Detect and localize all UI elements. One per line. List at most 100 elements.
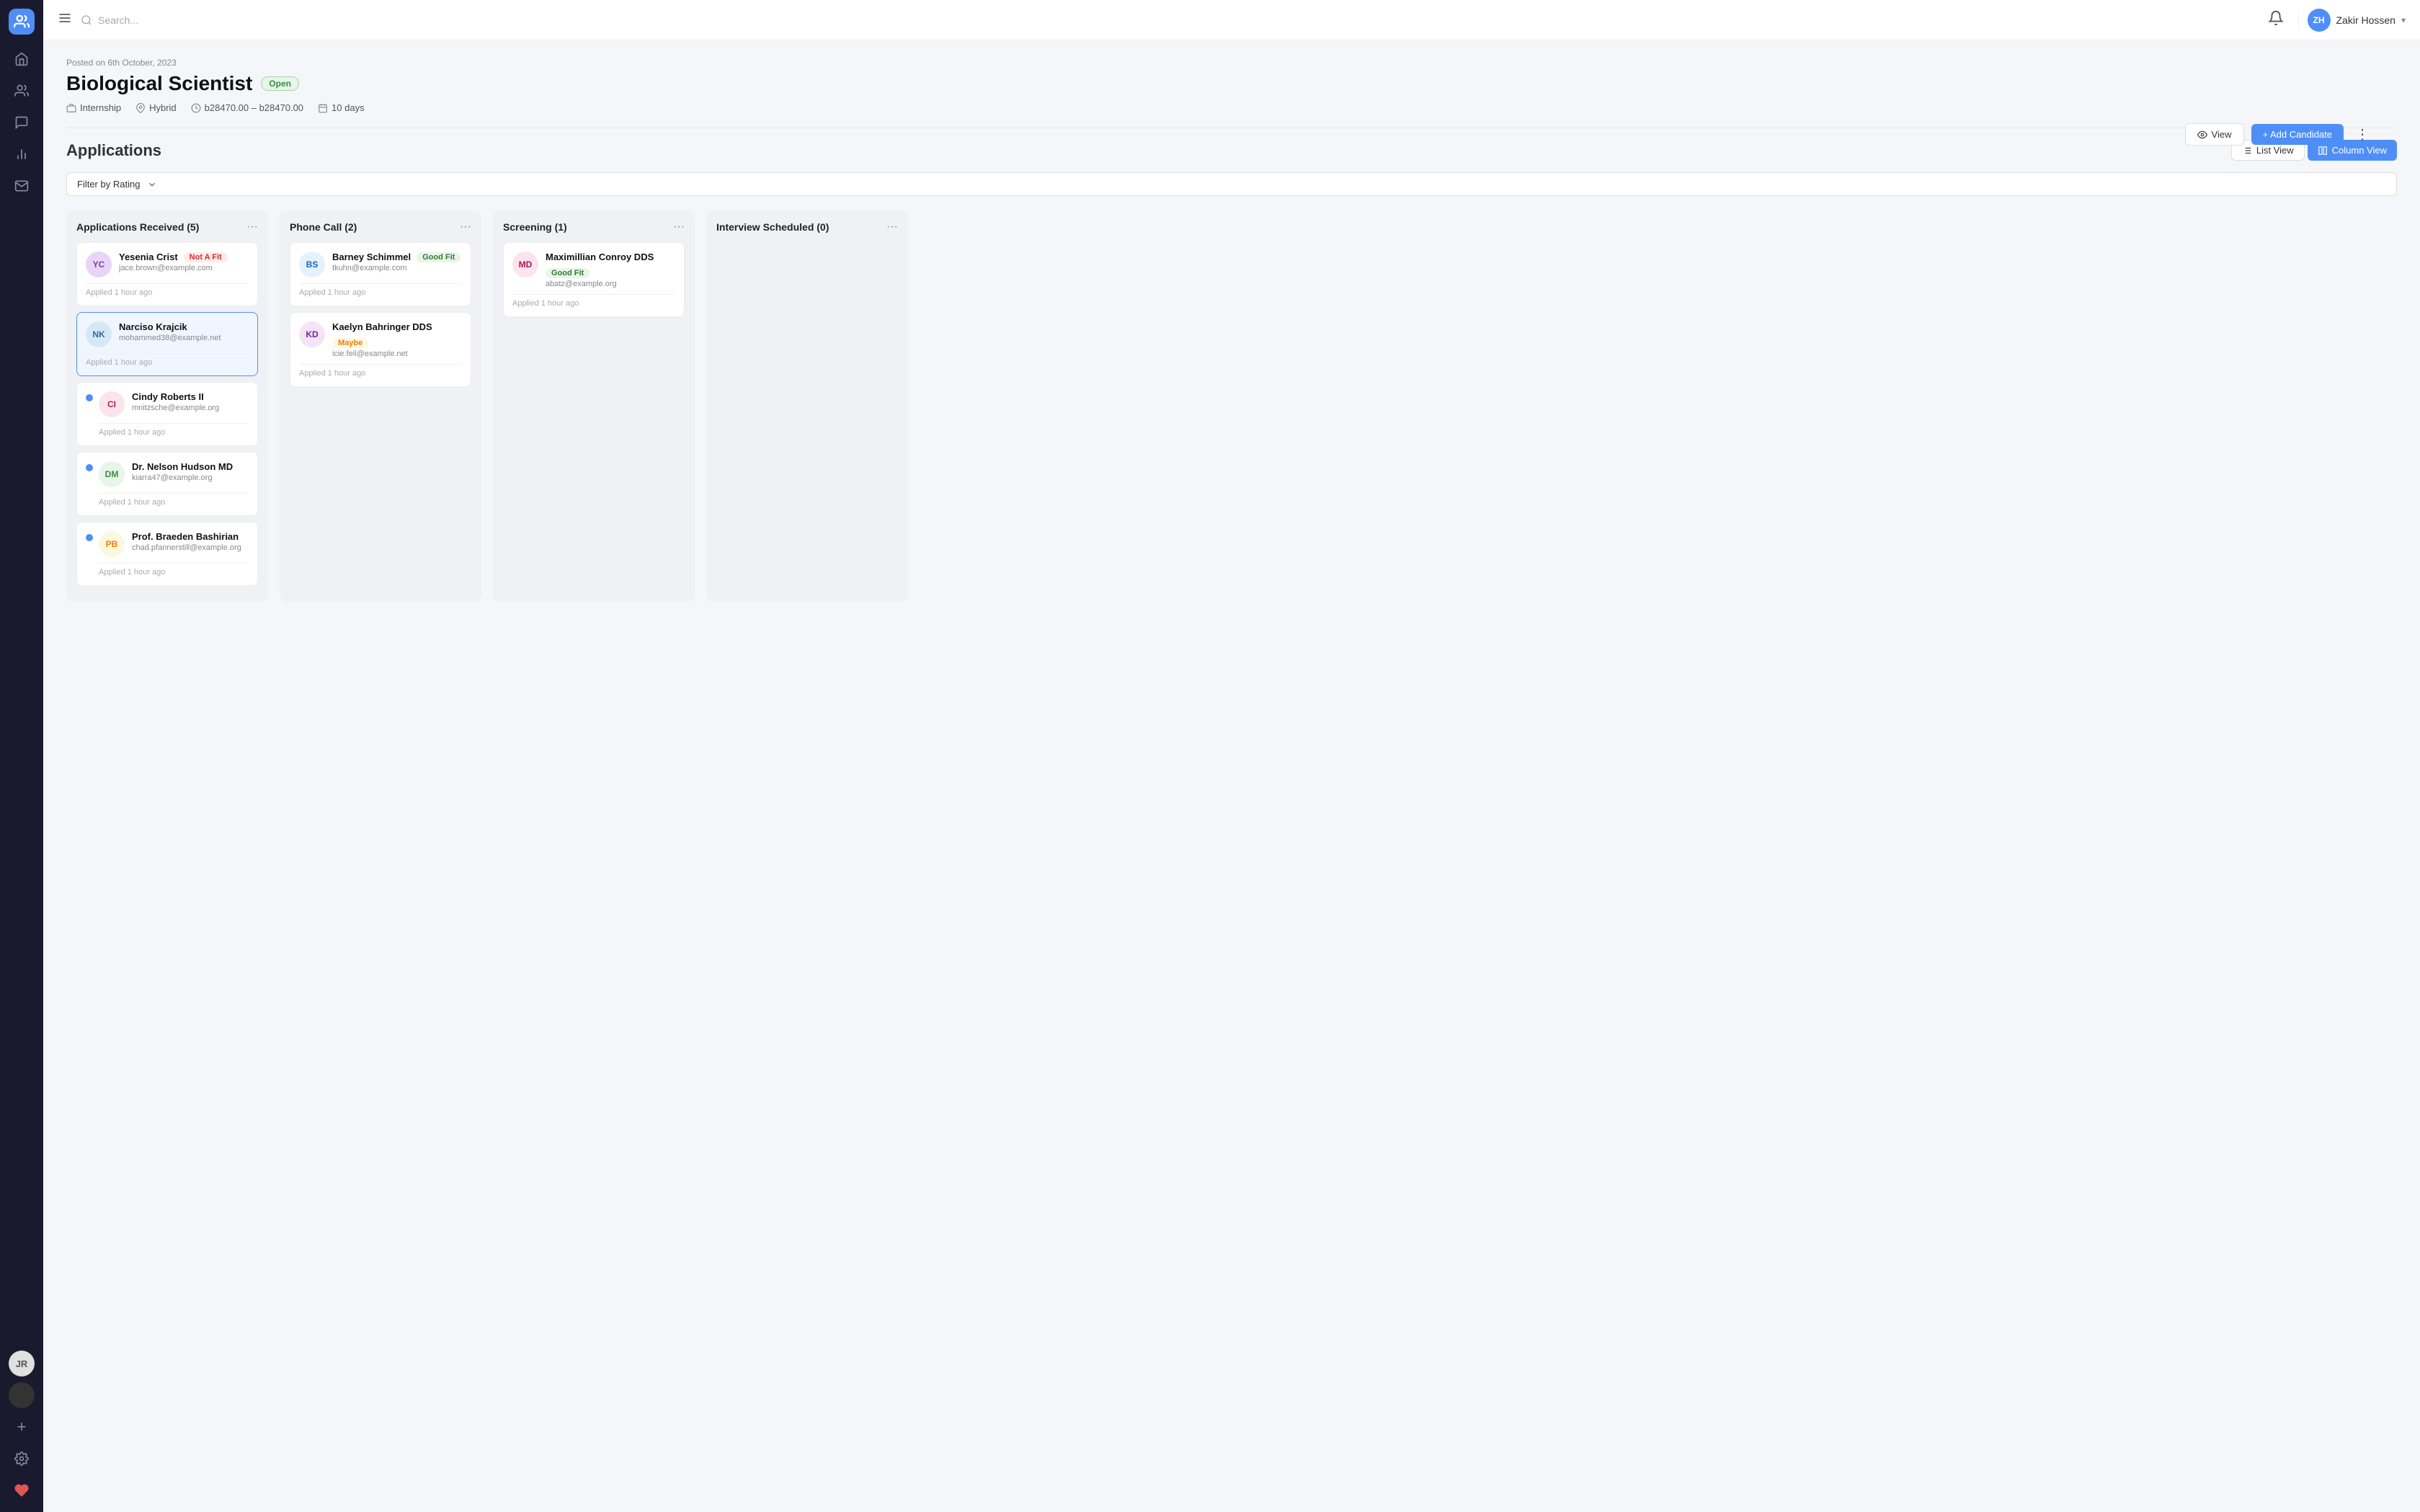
main-content: Search... ZH Zakir Hossen ▾ Posted on 6t… — [43, 0, 2420, 1512]
sidebar-item-mail[interactable] — [9, 173, 35, 199]
sidebar-item-messages[interactable] — [9, 110, 35, 135]
candidate-applied-time: Applied 1 hour ago — [299, 283, 462, 297]
candidate-row: PB Prof. Braeden Bashirian chad.pfanners… — [86, 531, 249, 577]
candidate-card[interactable]: YC Yesenia Crist Not A Fit jace.brown@ex… — [76, 242, 258, 306]
candidate-applied-time: Applied 1 hour ago — [86, 353, 249, 367]
kanban-col-title: Screening (1) — [503, 221, 567, 233]
salary-range: b28470.00 – b28470.00 — [191, 102, 303, 113]
kanban-col-more-button[interactable]: ··· — [886, 221, 898, 234]
candidate-card-top: CI Cindy Roberts II mnitzsche@example.or… — [99, 391, 249, 417]
candidate-applied-time: Applied 1 hour ago — [99, 563, 249, 577]
kanban-col-more-button[interactable]: ··· — [673, 221, 685, 234]
kanban-col-more-button[interactable]: ··· — [460, 221, 471, 234]
sidebar-add-button[interactable]: + — [9, 1414, 35, 1440]
view-button[interactable]: View — [2185, 123, 2244, 146]
menu-icon[interactable] — [58, 11, 72, 29]
candidate-card[interactable]: PB Prof. Braeden Bashirian chad.pfanners… — [76, 522, 258, 586]
kanban-column-phone_call: Phone Call (2) ··· BS Barney Schimmel Go… — [280, 210, 481, 602]
work-mode: Hybrid — [135, 102, 177, 113]
candidate-card[interactable]: MD Maximillian Conroy DDS Good Fit abatz… — [503, 242, 685, 317]
candidate-email: mnitzsche@example.org — [132, 404, 249, 412]
candidate-name: Yesenia Crist — [119, 252, 178, 262]
duration: 10 days — [318, 102, 365, 113]
kanban-col-more-button[interactable]: ··· — [246, 221, 258, 234]
app-logo[interactable] — [9, 9, 35, 35]
sidebar-item-analytics[interactable] — [9, 141, 35, 167]
candidate-card[interactable]: DM Dr. Nelson Hudson MD kiarra47@example… — [76, 452, 258, 516]
user-menu[interactable]: ZH Zakir Hossen ▾ — [2308, 9, 2406, 32]
candidate-name: Barney Schimmel — [332, 252, 411, 262]
sidebar-item-home[interactable] — [9, 46, 35, 72]
candidate-name-row: Cindy Roberts II — [132, 391, 249, 402]
candidate-email: chad.pfannerstill@example.org — [132, 543, 249, 552]
filter-bar: Filter by Rating — [66, 172, 2397, 196]
candidate-name-row: Maximillian Conroy DDS Good Fit — [546, 252, 675, 278]
filter-by-rating-dropdown[interactable]: Filter by Rating — [66, 172, 2397, 196]
candidate-avatar: KD — [299, 321, 325, 347]
kanban-board: Applications Received (5) ··· YC Yesenia… — [66, 210, 2397, 616]
candidate-name: Kaelyn Bahringer DDS — [332, 321, 432, 332]
candidate-row: DM Dr. Nelson Hudson MD kiarra47@example… — [86, 461, 249, 507]
employment-type: Internship — [66, 102, 121, 113]
candidate-name-row: Prof. Braeden Bashirian — [132, 531, 249, 542]
candidate-info: Prof. Braeden Bashirian chad.pfannerstil… — [132, 531, 249, 552]
add-candidate-button[interactable]: + Add Candidate — [2251, 124, 2344, 145]
candidate-email: mohammed38@example.net — [119, 334, 249, 342]
candidate-card[interactable]: CI Cindy Roberts II mnitzsche@example.or… — [76, 382, 258, 446]
candidate-avatar: PB — [99, 531, 125, 557]
candidate-email: kiarra47@example.org — [132, 473, 249, 482]
kanban-col-header: Screening (1) ··· — [503, 221, 685, 234]
candidate-applied-time: Applied 1 hour ago — [99, 493, 249, 507]
search-placeholder: Search... — [98, 14, 138, 26]
candidate-applied-time: Applied 1 hour ago — [99, 423, 249, 437]
badge-maybe: Maybe — [332, 338, 368, 348]
candidate-email: tkuhn@example.com — [332, 264, 462, 272]
kanban-column-applications_received: Applications Received (5) ··· YC Yesenia… — [66, 210, 268, 602]
badge-not-a-fit: Not A Fit — [184, 252, 228, 262]
sidebar-item-people[interactable] — [9, 78, 35, 104]
new-indicator-dot — [86, 534, 93, 541]
candidate-card-top: NK Narciso Krajcik mohammed38@example.ne… — [86, 321, 249, 347]
candidate-card[interactable]: KD Kaelyn Bahringer DDS Maybe icie.feil@… — [290, 312, 471, 387]
sidebar-avatar-active[interactable] — [9, 1382, 35, 1408]
candidate-name: Prof. Braeden Bashirian — [132, 531, 239, 542]
candidate-name: Maximillian Conroy DDS — [546, 252, 654, 262]
candidate-info: Narciso Krajcik mohammed38@example.net — [119, 321, 249, 342]
candidate-email: icie.feil@example.net — [332, 350, 462, 358]
sidebar-settings-icon[interactable] — [9, 1446, 35, 1472]
search-bar[interactable]: Search... — [81, 14, 1162, 26]
topbar: Search... ZH Zakir Hossen ▾ — [43, 0, 2420, 40]
chevron-down-icon: ▾ — [2401, 15, 2406, 25]
kanban-column-screening: Screening (1) ··· MD Maximillian Conroy … — [493, 210, 695, 602]
notification-bell[interactable] — [2262, 10, 2290, 30]
candidate-card-top: KD Kaelyn Bahringer DDS Maybe icie.feil@… — [299, 321, 462, 358]
candidate-email: abatz@example.org — [546, 280, 675, 288]
candidate-info: Barney Schimmel Good Fit tkuhn@example.c… — [332, 252, 462, 272]
kanban-col-title: Interview Scheduled (0) — [716, 221, 829, 233]
job-title: Biological Scientist — [66, 72, 252, 95]
candidate-card[interactable]: NK Narciso Krajcik mohammed38@example.ne… — [76, 312, 258, 376]
candidate-card[interactable]: BS Barney Schimmel Good Fit tkuhn@exampl… — [290, 242, 471, 306]
candidate-avatar: MD — [512, 252, 538, 277]
job-title-row: Biological Scientist Open — [66, 72, 2397, 95]
kanban-col-header: Interview Scheduled (0) ··· — [716, 221, 898, 234]
candidate-info: Cindy Roberts II mnitzsche@example.org — [132, 391, 249, 412]
page-content: Posted on 6th October, 2023 Biological S… — [43, 40, 2420, 1512]
candidate-card-top: BS Barney Schimmel Good Fit tkuhn@exampl… — [299, 252, 462, 277]
more-options-button[interactable]: ⋮ — [2351, 123, 2374, 146]
candidate-info: Dr. Nelson Hudson MD kiarra47@example.or… — [132, 461, 249, 482]
candidate-avatar: CI — [99, 391, 125, 417]
candidate-name-row: Barney Schimmel Good Fit — [332, 252, 462, 262]
candidate-info: Yesenia Crist Not A Fit jace.brown@examp… — [119, 252, 249, 272]
sidebar-avatar-jr[interactable]: JR — [9, 1351, 35, 1377]
user-avatar: ZH — [2308, 9, 2331, 32]
sidebar: JR + — [0, 0, 43, 1512]
candidate-row: CI Cindy Roberts II mnitzsche@example.or… — [86, 391, 249, 437]
candidate-name: Narciso Krajcik — [119, 321, 187, 332]
candidate-name-row: Dr. Nelson Hudson MD — [132, 461, 249, 472]
new-indicator-dot — [86, 394, 93, 401]
candidate-card-top: PB Prof. Braeden Bashirian chad.pfanners… — [99, 531, 249, 557]
badge-good-fit: Good Fit — [417, 252, 461, 262]
sidebar-heart-icon[interactable] — [9, 1477, 35, 1503]
candidate-name-row: Yesenia Crist Not A Fit — [119, 252, 249, 262]
